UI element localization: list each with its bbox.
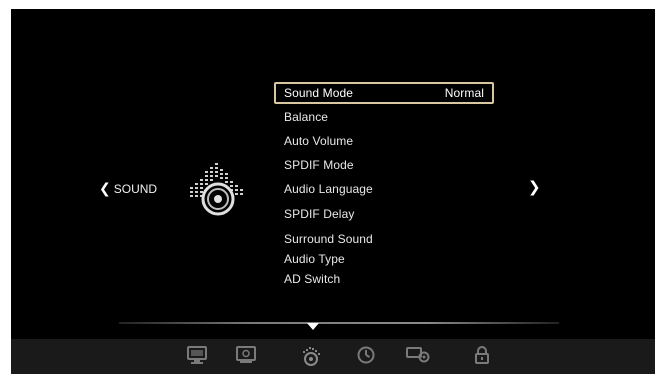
clock-icon[interactable] xyxy=(356,345,376,365)
lock-icon[interactable] xyxy=(473,345,491,365)
menu-item-label: Sound Mode xyxy=(284,86,354,100)
chevron-left-icon: ❮ xyxy=(99,180,111,196)
menu-item-label: AD Switch xyxy=(284,272,341,286)
screen-icon[interactable] xyxy=(235,345,257,365)
menu-item-auto-volume[interactable]: Auto Volume xyxy=(274,130,494,152)
menu-item-label: Audio Language xyxy=(284,182,373,196)
menu-item-spdif-delay[interactable]: SPDIF Delay xyxy=(274,203,494,225)
menu-item-label: SPDIF Delay xyxy=(284,207,355,221)
menu-item-label: Surround Sound xyxy=(284,232,373,246)
menu-divider xyxy=(119,322,559,324)
active-tab-pointer-icon xyxy=(307,323,319,330)
speaker-icon xyxy=(190,163,243,216)
menu-item-label: Audio Type xyxy=(284,252,345,266)
sound-speaker-icon[interactable] xyxy=(299,345,323,367)
menu-item-audio-language[interactable]: Audio Language xyxy=(274,178,494,200)
menu-item-ad-switch[interactable]: AD Switch xyxy=(274,268,494,290)
category-tab-bar xyxy=(11,339,655,374)
tv-osd-screen: ❮ SOUND Sound Mode Normal Balance Auto V… xyxy=(11,9,655,374)
current-page-label: SOUND xyxy=(113,181,158,196)
sound-mode-value: Normal xyxy=(444,86,484,100)
menu-item-label: Balance xyxy=(284,110,329,124)
menu-item-audio-type[interactable]: Audio Type xyxy=(274,248,494,270)
menu-item-label: Auto Volume xyxy=(284,134,354,148)
menu-item-sound-mode[interactable]: Sound Mode Normal xyxy=(274,82,494,104)
options-icon[interactable] xyxy=(405,345,431,365)
menu-item-spdif-mode[interactable]: SPDIF Mode xyxy=(274,154,494,176)
menu-item-balance[interactable]: Balance xyxy=(274,106,494,128)
picture-icon[interactable] xyxy=(186,345,208,365)
chevron-right-icon: ❯ xyxy=(528,179,541,196)
next-page-button[interactable]: ❯ xyxy=(528,178,541,196)
menu-item-surround-sound[interactable]: Surround Sound xyxy=(274,228,494,250)
prev-page-button[interactable]: ❮ SOUND xyxy=(99,180,157,197)
menu-item-label: SPDIF Mode xyxy=(284,158,354,172)
